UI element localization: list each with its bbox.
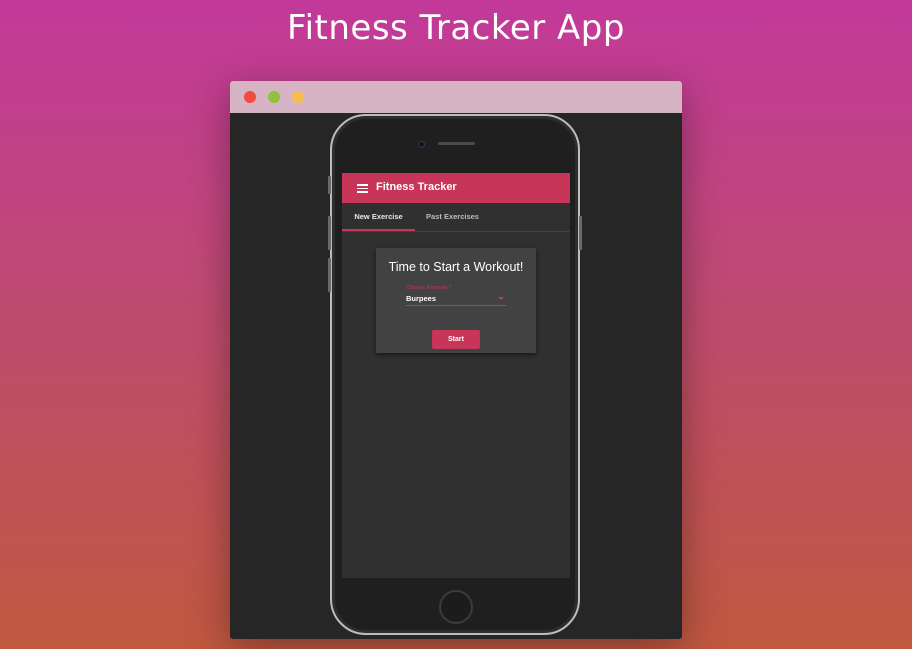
window-minimize-button[interactable] (268, 91, 280, 103)
app-toolbar: Fitness Tracker (342, 173, 570, 203)
app-title: Fitness Tracker (376, 181, 457, 193)
page-title: Fitness Tracker App (287, 8, 625, 48)
phone-screen: Fitness Tracker New Exercise Past Exerci… (342, 173, 570, 578)
chevron-down-icon (498, 297, 504, 300)
phone-speaker (438, 142, 475, 145)
phone-frame: Fitness Tracker New Exercise Past Exerci… (328, 114, 582, 635)
window-close-button[interactable] (244, 91, 256, 103)
phone-volume-up-button (328, 216, 331, 250)
tab-new-exercise[interactable]: New Exercise (342, 203, 415, 231)
exercise-select-label: Choose Exercise * (406, 285, 452, 291)
phone-camera (418, 141, 425, 148)
phone-home-button[interactable] (439, 590, 473, 624)
window-title-bar (230, 81, 682, 113)
window-maximize-button[interactable] (292, 91, 304, 103)
card-title: Time to Start a Workout! (388, 260, 524, 274)
select-underline (406, 305, 506, 306)
tab-bar: New Exercise Past Exercises (342, 203, 570, 232)
phone-mute-switch (328, 176, 331, 194)
phone-volume-down-button (328, 258, 331, 292)
exercise-select[interactable]: Choose Exercise * Burpees (406, 285, 506, 307)
exercise-select-value: Burpees (406, 294, 437, 303)
start-button[interactable]: Start (432, 330, 480, 349)
hamburger-menu-icon[interactable] (357, 184, 368, 193)
active-tab-indicator (342, 229, 415, 231)
browser-window: Fitness Tracker New Exercise Past Exerci… (230, 81, 682, 639)
workout-card: Time to Start a Workout! Choose Exercise… (376, 248, 536, 353)
phone-power-button (579, 216, 582, 250)
tab-past-exercises[interactable]: Past Exercises (415, 203, 490, 231)
